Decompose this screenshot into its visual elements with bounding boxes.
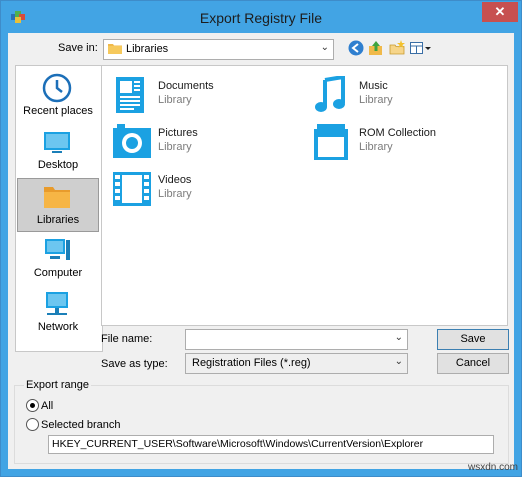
- video-icon: [113, 172, 151, 206]
- save-in-label: Save in:: [58, 42, 98, 54]
- place-label: Desktop: [37, 159, 79, 171]
- place-label: Network: [37, 321, 79, 333]
- all-radio[interactable]: [26, 399, 39, 412]
- view-menu-icon[interactable]: [409, 39, 433, 57]
- network-icon: [46, 292, 68, 315]
- branch-path-value: HKEY_CURRENT_USER\Software\Microsoft\Win…: [52, 438, 424, 450]
- list-item-music[interactable]: Music Library: [313, 76, 483, 116]
- item-name: Music: [359, 80, 388, 92]
- item-type: Library: [359, 94, 393, 106]
- save-in-dropdown[interactable]: Libraries ⌄: [103, 39, 334, 60]
- chevron-down-icon: ⌄: [320, 42, 329, 53]
- save-in-value: Libraries: [126, 43, 169, 55]
- list-item-rom-collection[interactable]: ROM Collection Library: [313, 123, 483, 163]
- libraries-icon: [44, 187, 70, 208]
- selected-branch-label[interactable]: Selected branch: [41, 419, 121, 431]
- place-label: Libraries: [36, 214, 80, 226]
- window-title: Export Registry File: [199, 10, 323, 26]
- computer-icon: [45, 239, 70, 260]
- place-label: Recent places: [23, 105, 93, 117]
- place-network[interactable]: Network: [18, 286, 98, 338]
- chevron-down-icon: ⌄: [394, 356, 403, 367]
- folder-library-icon: [314, 124, 348, 160]
- list-item-videos[interactable]: Videos Library: [112, 170, 282, 210]
- chevron-down-icon: ⌄: [394, 332, 403, 343]
- save-as-type-value: Registration Files (*.reg): [192, 357, 311, 369]
- save-as-type-dropdown[interactable]: Registration Files (*.reg) ⌄: [185, 353, 408, 374]
- watermark: wsxdn.com: [467, 462, 518, 473]
- places-bar: Recent places Desktop Libraries Computer…: [15, 65, 103, 352]
- libraries-folder-icon: [108, 44, 122, 54]
- item-type: Library: [158, 94, 192, 106]
- document-icon: [116, 77, 144, 113]
- place-computer[interactable]: Computer: [18, 232, 98, 284]
- item-name: Videos: [158, 174, 192, 186]
- clock-icon: [42, 73, 72, 103]
- file-list: Documents Library Music Library Pictures…: [101, 65, 508, 326]
- close-button[interactable]: ✕: [482, 2, 518, 22]
- branch-path-input[interactable]: HKEY_CURRENT_USER\Software\Microsoft\Win…: [48, 435, 494, 454]
- item-name: Pictures: [158, 127, 198, 139]
- item-name: ROM Collection: [359, 127, 437, 139]
- file-name-input[interactable]: ⌄: [185, 329, 408, 350]
- place-recent-places[interactable]: Recent places: [18, 70, 98, 122]
- place-desktop[interactable]: Desktop: [18, 124, 98, 176]
- title-bar[interactable]: Export Registry File ✕: [1, 1, 521, 33]
- music-icon: [315, 76, 345, 112]
- list-item-documents[interactable]: Documents Library: [112, 76, 282, 116]
- item-type: Library: [158, 141, 192, 153]
- new-folder-icon[interactable]: [388, 39, 406, 57]
- cancel-button[interactable]: Cancel: [437, 353, 509, 374]
- item-type: Library: [359, 141, 393, 153]
- save-as-type-label: Save as type:: [101, 358, 168, 370]
- up-folder-icon[interactable]: [367, 39, 385, 57]
- all-radio-label[interactable]: All: [41, 400, 53, 412]
- back-icon[interactable]: [347, 39, 365, 57]
- place-libraries[interactable]: Libraries: [17, 178, 99, 232]
- camera-icon: [113, 124, 151, 158]
- list-item-pictures[interactable]: Pictures Library: [112, 123, 282, 163]
- item-type: Library: [158, 188, 192, 200]
- save-button[interactable]: Save: [437, 329, 509, 350]
- place-label: Computer: [33, 267, 83, 279]
- item-name: Documents: [158, 80, 214, 92]
- selected-branch-radio[interactable]: [26, 418, 39, 431]
- export-registry-window: Export Registry File ✕ Save in: Librarie…: [0, 0, 522, 477]
- file-name-label: File name:: [101, 333, 153, 345]
- desktop-icon: [44, 132, 70, 153]
- export-range-title: Export range: [24, 379, 91, 391]
- dialog-body: Save in: Libraries ⌄ Recent places Deskt…: [8, 33, 514, 469]
